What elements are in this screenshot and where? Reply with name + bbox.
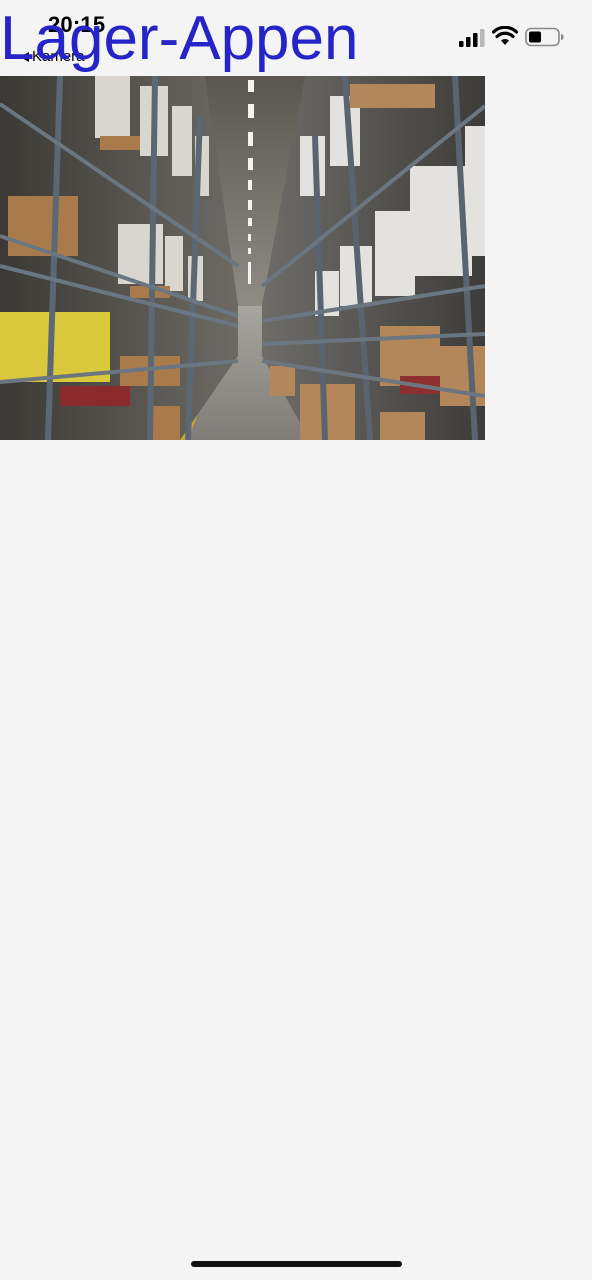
home-indicator[interactable] — [191, 1261, 402, 1267]
signal-icon — [459, 29, 485, 47]
battery-icon — [525, 27, 564, 47]
warehouse-aisle-photo — [0, 76, 485, 440]
app-title: Lager-Appen — [0, 4, 359, 73]
status-bar: 20:15 Kamera Lager-Appen — [0, 0, 592, 76]
wifi-icon — [492, 26, 518, 45]
